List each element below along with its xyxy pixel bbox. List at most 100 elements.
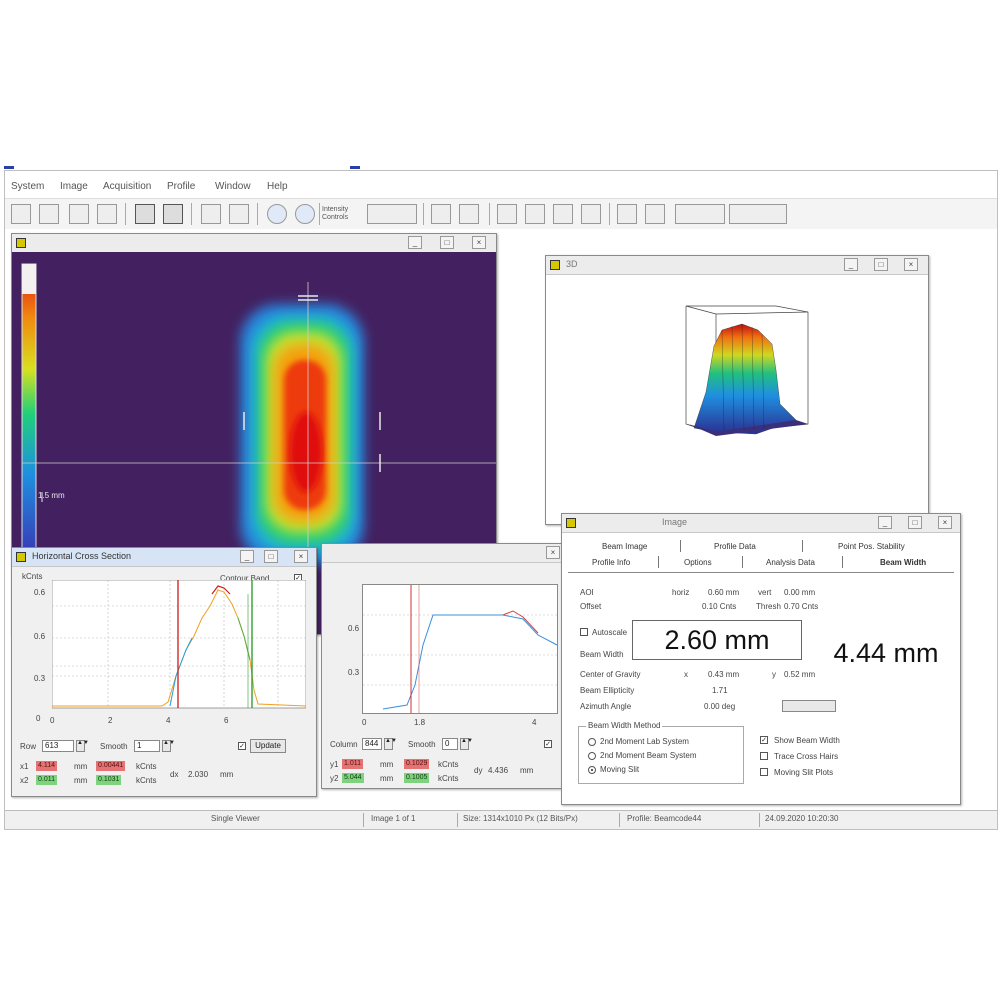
ruler-icon[interactable] (645, 204, 665, 224)
maximize-icon[interactable]: □ (440, 236, 454, 249)
smooth-field[interactable]: 0 (442, 738, 458, 750)
maximize-icon[interactable]: □ (264, 550, 278, 563)
slit-icon[interactable] (617, 204, 637, 224)
grid-mode-icon[interactable] (163, 204, 183, 224)
row-spin[interactable]: ▲▼ (76, 740, 89, 752)
smooth-label: Smooth (408, 740, 436, 749)
scan-control[interactable] (675, 204, 725, 224)
column-field[interactable]: 844 (362, 738, 382, 750)
toolbar-separator (257, 203, 258, 225)
update-checkbox[interactable]: ✓ (238, 742, 246, 750)
x2-counts: 0.1031 (96, 775, 122, 785)
menu-system[interactable]: System (11, 181, 44, 192)
beam-spot (240, 304, 364, 564)
menu-window[interactable]: Window (215, 181, 251, 192)
menu-help[interactable]: Help (267, 181, 288, 192)
autoscale-checkbox[interactable] (580, 628, 588, 636)
tab-point-stability[interactable]: Point Pos. Stability (838, 542, 905, 551)
update-button[interactable]: Update (250, 739, 286, 753)
open-icon[interactable] (11, 204, 31, 224)
hcs-y-unit: kCnts (22, 572, 43, 581)
trash-icon[interactable] (229, 204, 249, 224)
smooth-spin[interactable]: ▲▼ (162, 740, 175, 752)
bracket-icon[interactable] (201, 204, 221, 224)
x2-unit: mm (74, 776, 88, 785)
vcs-x-tick: 1.8 (414, 718, 426, 727)
graph-icon[interactable] (553, 204, 573, 224)
view3d-titlebar[interactable]: 3D _ □ × (546, 256, 928, 275)
range-control[interactable] (729, 204, 787, 224)
row-field[interactable]: 613 (42, 740, 74, 752)
column-spin[interactable]: ▲▼ (384, 738, 397, 750)
show-beam-width-checkbox[interactable]: ✓ (760, 736, 768, 744)
tab-profile-data[interactable]: Profile Data (714, 542, 756, 551)
analysis-titlebar[interactable]: Image _ □ × (562, 514, 960, 533)
apply-button[interactable] (782, 700, 836, 712)
color-map-icon[interactable] (497, 204, 517, 224)
y1-value: 1.011 (342, 759, 363, 769)
app-icon (550, 260, 560, 270)
method-radio-slit[interactable] (588, 766, 596, 774)
moving-slit-plots-checkbox[interactable] (760, 768, 768, 776)
hcs-chart (51, 579, 307, 710)
status-size: Size: 1314x1010 Px (12 Bits/Px) (463, 814, 578, 823)
tab-analysis-data[interactable]: Analysis Data (766, 558, 815, 567)
vcs-titlebar[interactable]: × (322, 544, 566, 563)
image-window-titlebar[interactable]: _ □ × (12, 234, 496, 253)
minimize-icon[interactable]: _ (240, 550, 254, 563)
close-icon[interactable]: × (938, 516, 952, 529)
status-datetime: 24.09.2020 10:20:30 (765, 814, 839, 823)
profile-icon[interactable] (525, 204, 545, 224)
beam-3d-plot[interactable] (546, 274, 929, 525)
method-option-slit: Moving Slit (600, 765, 640, 774)
close-icon[interactable]: × (904, 258, 918, 271)
tab-beam-width[interactable]: Beam Width (880, 558, 926, 567)
save-icon[interactable] (39, 204, 59, 224)
aoi-horiz-value: 0.60 mm (708, 588, 740, 597)
status-divider (619, 813, 620, 827)
method-radio-lab[interactable] (588, 738, 596, 746)
beam-width-label: Beam Width (580, 650, 624, 659)
toolbar-separator (423, 203, 424, 225)
smooth-field[interactable]: 1 (134, 740, 160, 752)
ellipticity-label: Beam Ellipticity (580, 686, 635, 695)
autoscale-label: Autoscale (592, 628, 628, 637)
table-icon[interactable] (459, 204, 479, 224)
hcs-titlebar[interactable]: Horizontal Cross Section _ □ × (12, 548, 316, 567)
menu-acquisition[interactable]: Acquisition (103, 181, 151, 192)
chart-icon[interactable] (581, 204, 601, 224)
show-beam-width-label: Show Beam Width (774, 736, 840, 745)
close-icon[interactable]: × (472, 236, 486, 249)
method-option-lab: 2nd Moment Lab System (600, 737, 689, 746)
zoom-out-icon[interactable] (267, 204, 287, 224)
maximize-icon[interactable]: □ (874, 258, 888, 271)
maximize-icon[interactable]: □ (908, 516, 922, 529)
image-mode-icon[interactable] (135, 204, 155, 224)
minimize-icon[interactable]: _ (844, 258, 858, 271)
tab-beam-image[interactable]: Beam Image (602, 542, 647, 551)
tab-profile-info[interactable]: Profile Info (592, 558, 630, 567)
update-checkbox[interactable]: ✓ (544, 740, 552, 748)
close-icon[interactable]: × (294, 550, 308, 563)
menu-profile[interactable]: Profile (167, 181, 195, 192)
minimize-icon[interactable]: _ (408, 236, 422, 249)
method-option-beam: 2nd Moment Beam System (600, 751, 697, 760)
tab-options[interactable]: Options (684, 558, 712, 567)
beam-peak (693, 323, 797, 435)
row-label: Row (20, 742, 37, 751)
menu-image[interactable]: Image (60, 181, 88, 192)
window-icon[interactable] (431, 204, 451, 224)
dy-value: 4.436 (488, 766, 509, 775)
method-radio-beam[interactable] (588, 752, 596, 760)
app-top-accent (4, 166, 14, 169)
azimuth-label: Azimuth Angle (580, 702, 632, 711)
close-icon[interactable]: × (546, 546, 560, 559)
edit-icon[interactable] (69, 204, 89, 224)
vcs-chart-svg (363, 585, 558, 713)
palette-icon[interactable] (97, 204, 117, 224)
intensity-slider[interactable] (367, 204, 417, 224)
trace-cross-hairs-checkbox[interactable] (760, 752, 768, 760)
smooth-spin[interactable]: ▲▼ (460, 738, 473, 750)
minimize-icon[interactable]: _ (878, 516, 892, 529)
zoom-in-icon[interactable] (295, 204, 315, 224)
